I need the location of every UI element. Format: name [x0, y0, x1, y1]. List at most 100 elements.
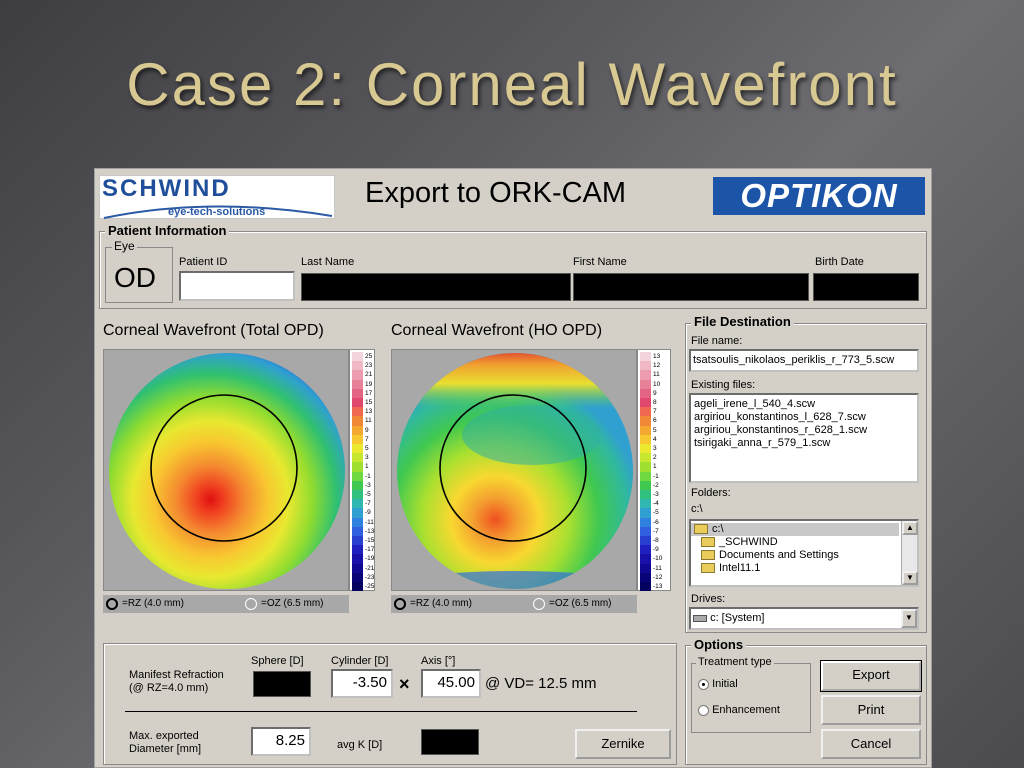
list-item[interactable]: argiriou_konstantinos_l_628_7.scw	[691, 411, 917, 424]
folders-list[interactable]: c:\ _SCHWIND Documents and Settings Inte…	[689, 519, 919, 587]
drive-value: c: [System]	[710, 612, 765, 624]
divider	[125, 711, 637, 712]
folders-label: Folders:	[691, 487, 731, 499]
scale-swatch	[640, 471, 651, 481]
zernike-button[interactable]: Zernike	[575, 729, 671, 759]
scale-tick-label: 5	[653, 426, 657, 434]
initial-radio[interactable]: Initial	[698, 678, 738, 690]
folder-item[interactable]: Documents and Settings	[691, 549, 917, 562]
export-button[interactable]: Export	[820, 660, 922, 692]
ho-opd-legend: =RZ (4.0 mm) =OZ (6.5 mm)	[391, 595, 637, 613]
axis-field[interactable]: 45.00	[421, 669, 481, 698]
first-name-field[interactable]	[573, 273, 809, 301]
scale-tick-label: 1	[365, 463, 369, 471]
scroll-down-icon[interactable]: ▼	[902, 571, 918, 585]
folder-item[interactable]: _SCHWIND	[691, 536, 917, 549]
folders-scrollbar[interactable]: ▲ ▼	[901, 521, 918, 585]
folder-label: Documents and Settings	[719, 549, 839, 561]
folder-label: c:\	[712, 523, 724, 535]
scale-tick-label: 11	[365, 417, 372, 425]
drives-select[interactable]: c: [System] ▼	[689, 607, 919, 630]
scale-tick-label: 5	[365, 445, 369, 452]
scale-tick-label: 2	[653, 454, 657, 462]
list-item[interactable]: tsirigaki_anna_r_579_1.scw	[691, 437, 917, 450]
scale-swatch	[352, 444, 363, 454]
scale-tick-label: -13	[365, 527, 375, 535]
file-name-input[interactable]: tsatsoulis_nikolaos_periklis_r_773_5.scw	[689, 349, 919, 372]
slide-title: Case 2: Corneal Wavefront	[126, 51, 898, 118]
patient-id-field[interactable]	[179, 271, 295, 301]
print-button[interactable]: Print	[821, 695, 921, 725]
scale-tick-label: 13	[653, 353, 661, 360]
scale-tick-label: -23	[365, 573, 375, 581]
cylinder-field[interactable]: -3.50	[331, 669, 393, 698]
scale-tick-label: 19	[365, 380, 373, 388]
folder-icon	[701, 563, 715, 574]
scale-tick-label: -1	[653, 472, 659, 480]
scale-tick-label: -3	[653, 491, 659, 498]
scale-tick-label: 9	[653, 389, 657, 397]
scale-swatch	[352, 462, 363, 472]
scale-swatch	[640, 499, 651, 509]
scale-swatch	[352, 379, 363, 389]
folder-icon	[701, 537, 715, 548]
scale-tick-label: 3	[653, 445, 657, 452]
scale-tick-label: -7	[653, 527, 659, 535]
cancel-button[interactable]: Cancel	[821, 729, 921, 759]
scale-swatch	[640, 480, 651, 490]
dialog-title: Export to ORK-CAM	[365, 177, 627, 209]
eye-label: Eye	[112, 239, 137, 253]
chevron-down-icon[interactable]: ▼	[901, 609, 917, 628]
scale-swatch	[640, 444, 651, 454]
scale-tick-label: 3	[365, 454, 369, 462]
scale-swatch	[640, 398, 651, 408]
scale-swatch	[640, 554, 651, 564]
sphere-field[interactable]	[253, 671, 311, 697]
scale-swatch	[640, 379, 651, 389]
scroll-up-icon[interactable]: ▲	[902, 521, 918, 535]
diameter-field[interactable]: 8.25	[251, 727, 311, 756]
list-item[interactable]: ageli_irene_l_540_4.scw	[691, 398, 917, 411]
scale-swatch	[640, 407, 651, 417]
scale-swatch	[352, 563, 363, 573]
total-oz-label: =OZ (6.5 mm)	[261, 598, 324, 609]
ho-opd-wavefront	[397, 353, 633, 589]
scale-swatch	[640, 545, 651, 555]
file-name-label: File name:	[691, 335, 743, 347]
sphere-label: Sphere [D]	[251, 655, 304, 667]
scale-swatch	[640, 434, 651, 444]
max-exported-label: Max. exported	[129, 730, 199, 742]
list-item[interactable]: argiriou_konstantinos_r_628_1.scw	[691, 424, 917, 437]
scale-tick-label: 7	[653, 408, 657, 416]
scale-swatch	[352, 434, 363, 444]
radio-unchecked-icon	[698, 704, 709, 716]
folder-item[interactable]: c:\	[691, 523, 899, 536]
patient-info-label: Patient Information	[105, 223, 230, 238]
scale-tick-label: -8	[653, 537, 659, 544]
drives-label: Drives:	[691, 593, 726, 605]
existing-files-list[interactable]: ageli_irene_l_540_4.scw argiriou_konstan…	[689, 393, 919, 483]
scale-tick-label: 4	[653, 435, 657, 443]
birth-date-label: Birth Date	[815, 256, 864, 268]
scale-swatch	[640, 453, 651, 463]
cylinder-label: Cylinder [D]	[331, 655, 389, 667]
scale-tick-label: -11	[653, 564, 662, 572]
ho-oz-label: =OZ (6.5 mm)	[549, 598, 612, 609]
avgk-field[interactable]	[421, 729, 479, 755]
scale-swatch	[352, 453, 363, 463]
scale-swatch	[352, 517, 363, 527]
scale-swatch	[352, 582, 363, 592]
manifest-refraction-label: Manifest Refraction	[129, 669, 224, 681]
folder-icon	[701, 550, 715, 561]
scale-tick-label: 12	[653, 362, 661, 370]
enhancement-radio[interactable]: Enhancement	[698, 704, 780, 716]
ho-opd-scale: 13 12 11 10 9 8 7 6 5 4 3 2 1 -1 -2 -3 -4 -5 -6 -7 -8 -9 -10 -1…	[637, 349, 671, 592]
last-name-field[interactable]	[301, 273, 571, 301]
total-rz-label: =RZ (4.0 mm)	[122, 598, 184, 609]
scale-tick-label: 6	[653, 417, 657, 425]
scale-swatch	[352, 490, 363, 500]
birth-date-field[interactable]	[813, 273, 919, 301]
ho-opd-map	[391, 349, 637, 591]
scale-swatch	[640, 425, 651, 435]
folder-item[interactable]: Intel11.1	[691, 562, 917, 575]
